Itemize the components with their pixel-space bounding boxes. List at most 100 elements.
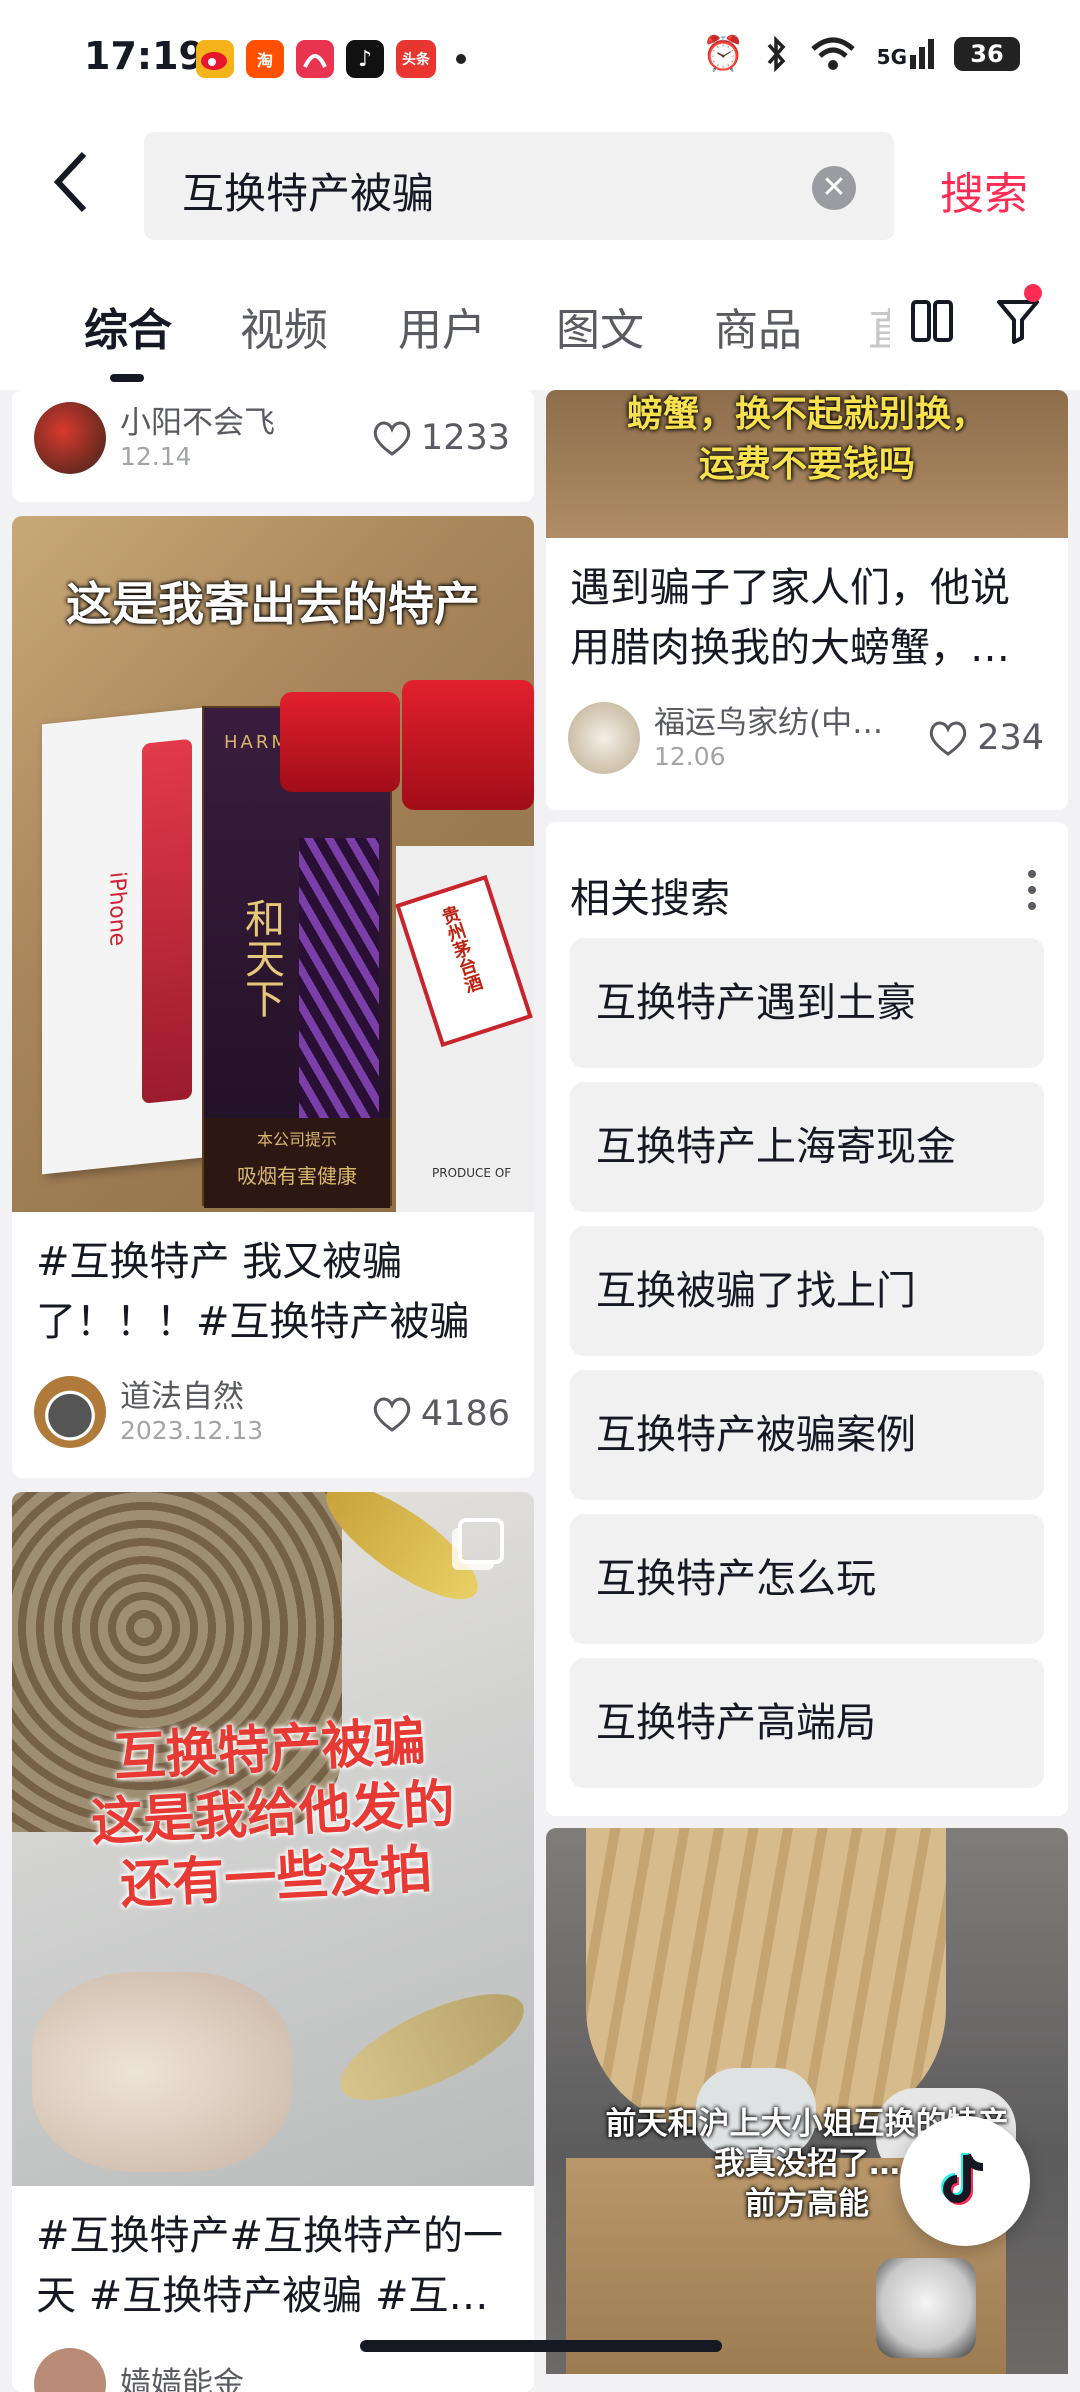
avatar [34,402,106,474]
avatar [568,702,640,774]
liquor-box: 贵州茅台酒 PRODUCE OF [395,846,534,1212]
toutiao-icon-label: 头条 [402,52,430,68]
tab-general[interactable]: 综合 [84,294,172,358]
douyin-floating-button[interactable] [900,2116,1030,2246]
cover-caption-line: 螃蟹，换不起就别换， [626,394,987,435]
phone-image [142,738,192,1104]
video-card[interactable]: 互换特产被骗 这是我给他发的 还有一些没拍 #互换特产#互换特产的一 天 #互换… [12,1492,534,2392]
author-name: 小阳不会飞 [120,405,275,441]
like-count-value: 234 [977,718,1044,758]
card-author[interactable]: 小阳不会飞 12.14 [34,402,275,474]
author-info: 嫱嫱能金 [120,2365,244,2392]
heart-icon [373,421,411,456]
card-author[interactable]: 嫱嫱能金 [34,2348,244,2392]
status-right: ⏰ 5G 36 [702,34,1020,74]
post-date: 12.14 [120,442,192,471]
avatar [34,1376,106,1448]
author-name: 福运鸟家纺(中… [654,705,884,741]
network-label: 5G [876,45,907,69]
battery-icon: 36 [954,37,1020,71]
post-date: 12.06 [654,742,726,771]
cover-image: 互换特产被骗 这是我给他发的 还有一些没拍 [12,1492,534,2186]
author-info: 福运鸟家纺(中… 12.06 [654,704,883,772]
video-card[interactable]: 小阳不会飞 12.14 1233 [12,390,534,502]
post-title: #互换特产 我又被骗 了！！！#互换特产被骗 [36,1232,516,1352]
video-card[interactable]: 前天和沪上大小姐互换的特产 我真没招了… 前方高能 [546,1828,1068,2374]
iphone-label: iPhone [104,870,130,948]
floral-pattern [299,838,379,1118]
author-info: 道法自然 2023.12.13 [120,1378,263,1446]
app-icon [296,40,334,78]
post-title-line: #互换特产 我又被骗 [36,1239,403,1285]
dual-column-icon[interactable] [910,296,954,346]
weibo-icon [196,40,234,78]
cover-caption: 互换特产被骗 这是我给他发的 还有一些没拍 [12,1704,534,1923]
warning-text: 吸烟有害健康 [237,1164,357,1188]
tab-image-text[interactable]: 图文 [556,294,644,358]
fish-image [326,1973,534,2121]
post-title-line: 用腊肉换我的大螃蟹，… [570,625,1010,671]
video-card[interactable]: iPhone HARMO 和天下 本公司提示 吸烟有害健康 贵州茅台酒 PROD… [12,516,534,1478]
search-button[interactable]: 搜索 [940,158,1028,222]
like-count[interactable]: 234 [927,718,1044,758]
like-count-value: 4186 [420,1394,510,1434]
related-search-item[interactable]: 互换特产怎么玩 [570,1514,1044,1644]
author-name: 嫱嫱能金 [120,2366,244,2392]
notification-icons: 淘 ♪ 头条 [196,40,466,78]
heart-icon [373,1397,411,1432]
post-title-line: 了！！！#互换特产被骗 [36,1299,470,1345]
tab-bar: 综合 视频 用户 图文 商品 直 [0,260,1080,390]
related-searches-panel: 相关搜索 互换特产遇到土豪 互换特产上海寄现金 互换被骗了找上门 互换特产被骗案… [546,822,1068,1816]
post-title: 遇到骗子了家人们，他说 用腊肉换我的大螃蟹，… [570,558,1050,678]
clear-icon[interactable]: ✕ [812,166,856,210]
tab-live[interactable]: 直 [868,294,890,358]
heart-icon [929,721,967,756]
tab-products[interactable]: 商品 [714,294,802,358]
cover-caption-line: 运费不要钱吗 [698,444,915,485]
home-indicator[interactable] [360,2340,722,2352]
alarm-icon: ⏰ [702,34,745,74]
douyin-icon: ♪ [346,40,384,78]
back-button[interactable] [52,150,112,230]
like-count[interactable]: 1233 [371,418,510,458]
related-searches-title: 相关搜索 [570,876,730,922]
status-bar: 17:19 淘 ♪ 头条 ⏰ 5G 36 [0,0,1080,120]
iphone-box: iPhone [42,707,202,1175]
liquor-produce-label: PRODUCE OF [432,1166,512,1180]
cover-image: 螃蟹，换不起就别换， 运费不要钱吗 [546,390,1068,538]
video-type-icon [458,1518,504,1564]
warning-title: 本公司提示 [256,1130,337,1149]
cover-caption: 这是我寄出去的特产 [66,577,480,631]
cover-caption: 螃蟹，换不起就别换， 运费不要钱吗 [546,390,1068,490]
filter-badge [1024,284,1042,302]
search-input[interactable]: 互换特产被骗 ✕ [144,132,894,240]
battery-level: 36 [970,40,1004,68]
related-search-item[interactable]: 互换特产上海寄现金 [570,1082,1044,1212]
tab-users[interactable]: 用户 [398,294,486,358]
author-info: 小阳不会飞 12.14 [120,404,275,472]
card-author[interactable]: 福运鸟家纺(中… 12.06 [568,702,883,774]
tab-video[interactable]: 视频 [240,294,328,358]
author-name: 道法自然 [120,1379,244,1415]
search-header: 互换特产被骗 ✕ 搜索 [0,120,1080,260]
related-search-item[interactable]: 互换特产遇到土豪 [570,938,1044,1068]
more-notifications-icon [456,54,466,64]
like-count[interactable]: 4186 [371,1394,510,1434]
wifi-icon [810,37,855,70]
douyin-logo-icon [941,2153,984,2205]
liquor-label: 贵州茅台酒 [395,874,533,1048]
post-title-line: 遇到骗子了家人们，他说 [570,565,1010,611]
more-options-icon[interactable] [1026,866,1038,914]
signal-icon: 5G [877,39,934,69]
avatar [34,2348,106,2392]
related-search-item[interactable]: 互换特产高端局 [570,1658,1044,1788]
post-title-line: #互换特产#互换特产的一 [36,2213,504,2259]
video-card[interactable]: 螃蟹，换不起就别换， 运费不要钱吗 遇到骗子了家人们，他说 用腊肉换我的大螃蟹，… [546,390,1068,810]
related-search-item[interactable]: 互换被骗了找上门 [570,1226,1044,1356]
bluetooth-icon [767,35,786,73]
search-query: 互换特产被骗 [182,169,435,218]
card-author[interactable]: 道法自然 2023.12.13 [34,1376,263,1448]
taobao-icon: 淘 [246,40,284,78]
related-search-item[interactable]: 互换特产被骗案例 [570,1370,1044,1500]
red-jewelry-box [280,692,400,792]
